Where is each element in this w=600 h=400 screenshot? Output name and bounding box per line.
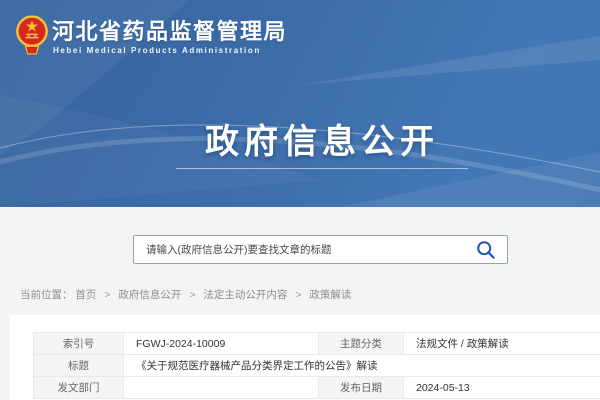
issuing-department-value xyxy=(124,377,319,399)
subject-category-value: 法规文件 / 政策解读 xyxy=(404,333,600,355)
table-row: 标题 《关于规范医疗器械产品分类界定工作的公告》解读 xyxy=(34,355,600,377)
search-input[interactable] xyxy=(134,236,507,263)
breadcrumb-item-statutory-content[interactable]: 法定主动公开内容 xyxy=(203,289,287,301)
breadcrumb-separator: > xyxy=(104,289,110,301)
breadcrumb-label: 当前位置： xyxy=(20,289,73,301)
title-underline xyxy=(176,168,468,169)
title-label: 标题 xyxy=(34,355,124,377)
site-logo-link[interactable]: 河北省药品监督管理局 Hebei Medical Products Admini… xyxy=(0,0,300,70)
document-card: 索引号 FGWJ-2024-10009 主题分类 法规文件 / 政策解读 标题 … xyxy=(10,315,600,400)
table-row: 发文部门 发布日期 2024-05-13 xyxy=(34,377,600,399)
breadcrumb-item-info-disclosure[interactable]: 政府信息公开 xyxy=(118,289,181,301)
breadcrumb-item-home[interactable]: 首页 xyxy=(75,289,96,301)
search-box xyxy=(133,235,508,264)
title-value: 《关于规范医疗器械产品分类界定工作的公告》解读 xyxy=(124,355,600,377)
index-number-value: FGWJ-2024-10009 xyxy=(124,333,319,355)
issuing-department-label: 发文部门 xyxy=(34,377,124,399)
breadcrumb-separator: > xyxy=(189,289,195,301)
content-area: 当前位置： 首页 > 政府信息公开 > 法定主动公开内容 > 政策解读 索引号 … xyxy=(0,207,600,400)
publish-date-value: 2024-05-13 xyxy=(404,377,600,399)
page-title: 政府信息公开 xyxy=(22,114,600,163)
publish-date-label: 发布日期 xyxy=(319,377,404,399)
table-row: 索引号 FGWJ-2024-10009 主题分类 法规文件 / 政策解读 xyxy=(34,333,600,355)
top-banner: 河北省药品监督管理局 Hebei Medical Products Admini… xyxy=(0,0,600,207)
search-icon[interactable] xyxy=(476,240,496,260)
subject-category-label: 主题分类 xyxy=(319,333,404,355)
breadcrumb: 当前位置： 首页 > 政府信息公开 > 法定主动公开内容 > 政策解读 xyxy=(20,287,351,302)
breadcrumb-item-policy-interpretation: 政策解读 xyxy=(309,289,351,301)
china-national-emblem-icon xyxy=(15,13,49,57)
breadcrumb-separator: > xyxy=(295,289,301,301)
index-number-label: 索引号 xyxy=(34,333,124,355)
org-name-zh: 河北省药品监督管理局 xyxy=(52,14,287,46)
document-meta-table: 索引号 FGWJ-2024-10009 主题分类 法规文件 / 政策解读 标题 … xyxy=(33,332,600,399)
page: 河北省药品监督管理局 Hebei Medical Products Admini… xyxy=(0,0,600,400)
org-name-en: Hebei Medical Products Administration xyxy=(53,46,261,55)
